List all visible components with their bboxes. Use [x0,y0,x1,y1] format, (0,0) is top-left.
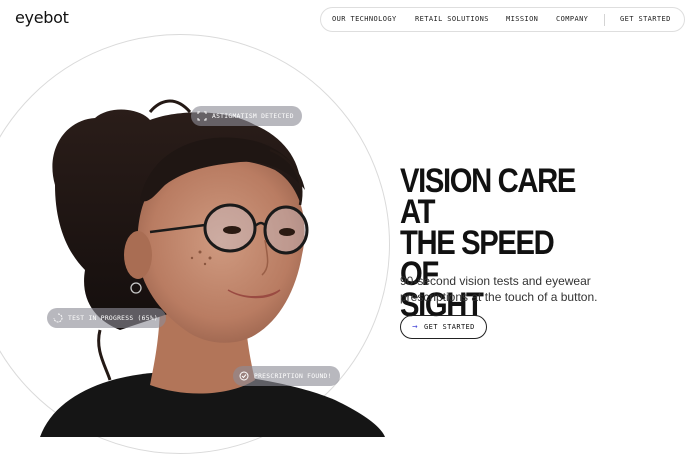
cta-label: GET STARTED [424,323,475,331]
nav-item-mission[interactable]: MISSION [506,15,538,23]
badge-label: TEST IN PROGRESS (65%) [68,314,159,322]
badge-astigmatism-detected: ASTIGMATISM DETECTED [191,106,302,126]
nav-item-company[interactable]: COMPANY [556,15,588,23]
badge-label: ASTIGMATISM DETECTED [212,112,294,120]
spinner-icon [53,313,63,323]
nav-divider [604,14,605,26]
headline-line: VISION CARE AT [400,162,576,231]
hero-subtitle: 90-second vision tests and eyewear presc… [400,274,598,304]
nav-get-started-button[interactable]: GET STARTED [620,15,671,23]
arrow-right-icon: → [412,322,419,332]
badge-label: PRESCRIPTION FOUND! [254,372,332,380]
badge-test-in-progress: TEST IN PROGRESS (65%) [47,308,167,328]
hero-get-started-button[interactable]: → GET STARTED [400,315,487,339]
check-circle-icon [239,371,249,381]
badge-prescription-found: PRESCRIPTION FOUND! [233,366,340,386]
hero-portrait-image [40,99,385,437]
nav-item-retail-solutions[interactable]: RETAIL SOLUTIONS [415,15,489,23]
scan-icon [197,111,207,121]
